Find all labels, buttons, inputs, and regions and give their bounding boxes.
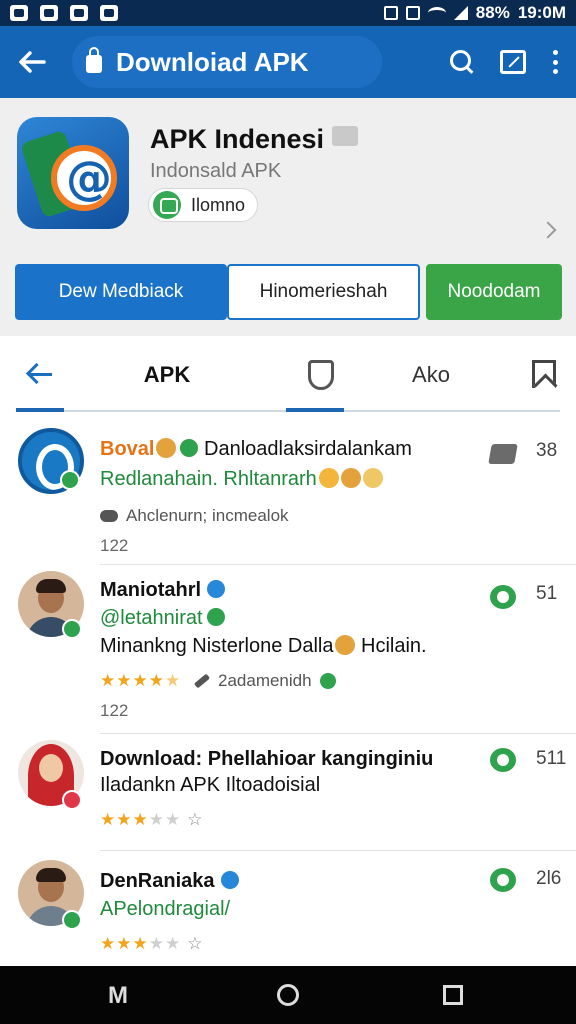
- app-bar: Downloiad APK: [0, 26, 576, 98]
- emoji-icon: [362, 468, 383, 488]
- arrow-left-icon: [19, 51, 46, 73]
- list-item[interactable]: DenRaniaka APelondragial/ ★★★★★ ☆ 2l6: [0, 852, 576, 966]
- thumb-icon[interactable]: [488, 444, 518, 464]
- notification-icon: [100, 5, 118, 21]
- badge-icon: [332, 126, 359, 146]
- reply-count: 2l6: [536, 868, 562, 889]
- nfc-icon: [405, 6, 420, 20]
- edit-icon[interactable]: [500, 50, 526, 74]
- item-subtitle: Redlanahain. Rhltanrarh: [100, 468, 383, 491]
- status-bar: 88% 19:0M: [0, 0, 576, 26]
- item-title: Boval Danloadlaksirdalankam: [100, 438, 412, 460]
- shield-icon[interactable]: [308, 360, 334, 390]
- star-rating: ★★★★★ ☆: [100, 810, 204, 830]
- status-badge-icon: [62, 790, 82, 810]
- item-body: Minankng Nisterlone Dalla Hcilain.: [100, 635, 427, 657]
- item-handle: @letahnirat: [100, 607, 225, 630]
- list-item[interactable]: Download: Phellahioar kanginginiu Iladan…: [0, 734, 576, 852]
- emoji-icon: [335, 635, 356, 655]
- system-nav-bar: M: [0, 966, 576, 1024]
- verified-badge-icon: [62, 619, 82, 639]
- app-name: APK Indenesi: [150, 124, 359, 155]
- item-body: Iladankn APK Iltoadoisial: [100, 774, 321, 796]
- home-button[interactable]: [277, 984, 299, 1006]
- emoji-icon: [318, 468, 339, 488]
- tab-indicator: [16, 408, 64, 412]
- emoji-icon: [156, 438, 177, 458]
- mute-icon: [383, 6, 398, 20]
- tab-indicator: [286, 408, 344, 412]
- verified-badge-icon: [62, 910, 82, 930]
- pencil-icon: [193, 673, 211, 689]
- star-rating: ★★★★★: [100, 671, 182, 691]
- emoji-icon: [340, 468, 361, 488]
- check-icon: [319, 673, 336, 689]
- chat-icon[interactable]: [490, 585, 516, 609]
- verified-icon: [220, 871, 239, 889]
- tab-ako[interactable]: Ako: [396, 362, 466, 388]
- list-item[interactable]: Boval Danloadlaksirdalankam Redlanahain.…: [0, 414, 576, 565]
- battery-level: 88%: [475, 3, 510, 22]
- secondary-button[interactable]: Hinomerieshah: [227, 264, 420, 320]
- chat-icon: [153, 191, 181, 219]
- signal-icon: [453, 6, 468, 20]
- list-item[interactable]: Maniotahrl @letahnirat Minankng Nisterlo…: [0, 565, 576, 734]
- item-title: Maniotahrl: [100, 579, 226, 602]
- verified-badge-icon: [60, 470, 80, 490]
- app-logo: [17, 117, 129, 229]
- divider: [100, 850, 576, 851]
- item-handle: APelondragial/: [100, 898, 231, 920]
- recents-button[interactable]: [443, 985, 463, 1005]
- reply-count: 511: [536, 748, 567, 769]
- address-bar[interactable]: Downloiad APK: [72, 36, 382, 88]
- item-title: DenRaniaka: [100, 870, 239, 893]
- tab-apk[interactable]: APK: [122, 362, 212, 388]
- chevron-right-icon[interactable]: [539, 221, 557, 239]
- feedback-button[interactable]: Dew Medbiack: [15, 264, 227, 320]
- menu-button[interactable]: M: [108, 982, 128, 1010]
- notification-icon: [70, 5, 88, 21]
- notification-icon: [40, 5, 58, 21]
- app-developer: Indonsald APK: [150, 160, 282, 182]
- verified-icon: [207, 580, 226, 598]
- search-icon[interactable]: [450, 50, 474, 74]
- item-meta: Ahclenurn; incmealok: [100, 506, 289, 526]
- lock-icon: [86, 47, 102, 73]
- tab-back-icon[interactable]: [26, 360, 56, 390]
- review-list: Boval Danloadlaksirdalankam Redlanahain.…: [0, 414, 576, 966]
- notification-icon: [10, 5, 28, 21]
- download-button[interactable]: Noododam: [426, 264, 562, 320]
- back-button[interactable]: [0, 26, 64, 98]
- reply-count: 51: [536, 583, 558, 604]
- like-count: 38: [536, 440, 558, 461]
- chat-icon[interactable]: [490, 748, 516, 772]
- category-chip[interactable]: Ilomno: [148, 188, 259, 222]
- clock: 19:0M: [517, 3, 566, 22]
- more-options-icon[interactable]: [552, 50, 558, 74]
- wifi-icon: [427, 7, 446, 19]
- star-rating: ★★★★★ ☆: [100, 934, 204, 954]
- check-icon: [180, 439, 199, 457]
- tab-bar: APK Ako: [0, 336, 576, 414]
- chat-icon[interactable]: [490, 868, 516, 892]
- page-title: Downloiad APK: [116, 46, 309, 77]
- item-count: 122: [100, 536, 129, 555]
- check-icon: [206, 608, 225, 626]
- cloud-icon: [100, 510, 118, 522]
- bookmark-icon[interactable]: [532, 360, 556, 388]
- item-title: Download: Phellahioar kanginginiu: [100, 748, 434, 770]
- item-meta: 2adamenidh: [193, 671, 336, 691]
- item-count: 122: [100, 701, 129, 720]
- chip-label: Ilomno: [191, 194, 246, 215]
